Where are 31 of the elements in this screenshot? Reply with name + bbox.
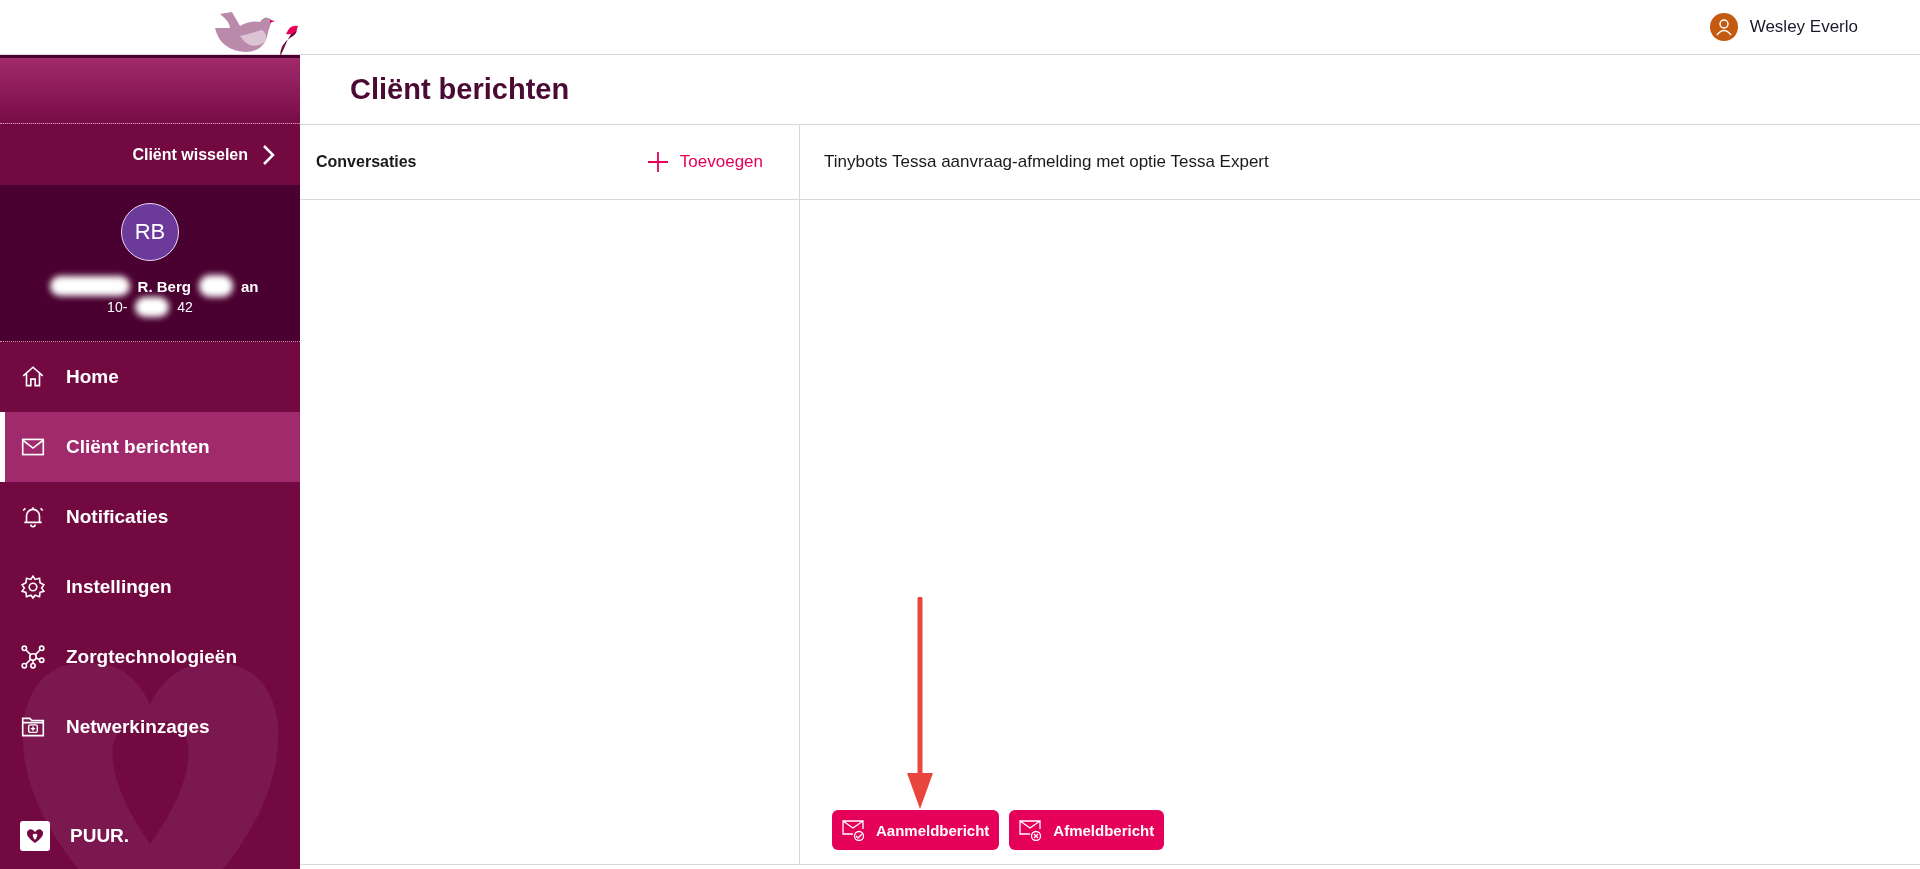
client-birthdate: 42 <box>177 299 193 315</box>
nav-item[interactable]: Cliënt berichten <box>0 412 300 482</box>
panel-title: Conversaties <box>316 153 417 171</box>
client-avatar: RB <box>121 203 179 261</box>
client-name: R. Berg <box>137 277 191 295</box>
nav-item[interactable]: Notificaties <box>0 482 300 552</box>
client-name: an <box>240 277 259 295</box>
page-title: Cliënt berichten <box>349 72 571 107</box>
settings-icon <box>20 574 46 600</box>
signup-message-button[interactable]: Aanmeldbericht <box>832 810 1000 850</box>
heart-logo-icon <box>20 821 50 851</box>
redaction-blur <box>135 297 170 317</box>
envelope-check-icon <box>842 819 866 841</box>
plus-icon <box>645 150 670 174</box>
nav-item[interactable]: Home <box>0 342 300 412</box>
client-birthdate: 10- <box>107 299 128 315</box>
conversation-title: Tinybots Tessa aanvraag-afmelding met optie Tessa Expert <box>824 152 1269 172</box>
network-icon <box>20 644 46 670</box>
signoff-message-button[interactable]: Afmeldbericht <box>1009 810 1165 850</box>
nav-item[interactable]: Instellingen <box>0 552 300 622</box>
chevron-right-icon[interactable] <box>262 143 276 166</box>
bell-icon <box>20 504 46 530</box>
nav-item[interactable]: Netwerkinzages <box>0 692 300 762</box>
add-button[interactable]: Toevoegen <box>645 150 763 174</box>
switch-client-link[interactable]: Cliënt wisselen <box>132 145 248 164</box>
envelope-cross-icon <box>1019 819 1044 841</box>
brand-name: PUUR. <box>70 825 130 847</box>
user-name[interactable]: Wesley Everlo <box>1749 17 1858 37</box>
nav-item[interactable]: Zorgtechnologieën <box>0 622 300 692</box>
user-avatar-icon[interactable] <box>1709 13 1738 41</box>
redaction-blur <box>198 275 233 297</box>
